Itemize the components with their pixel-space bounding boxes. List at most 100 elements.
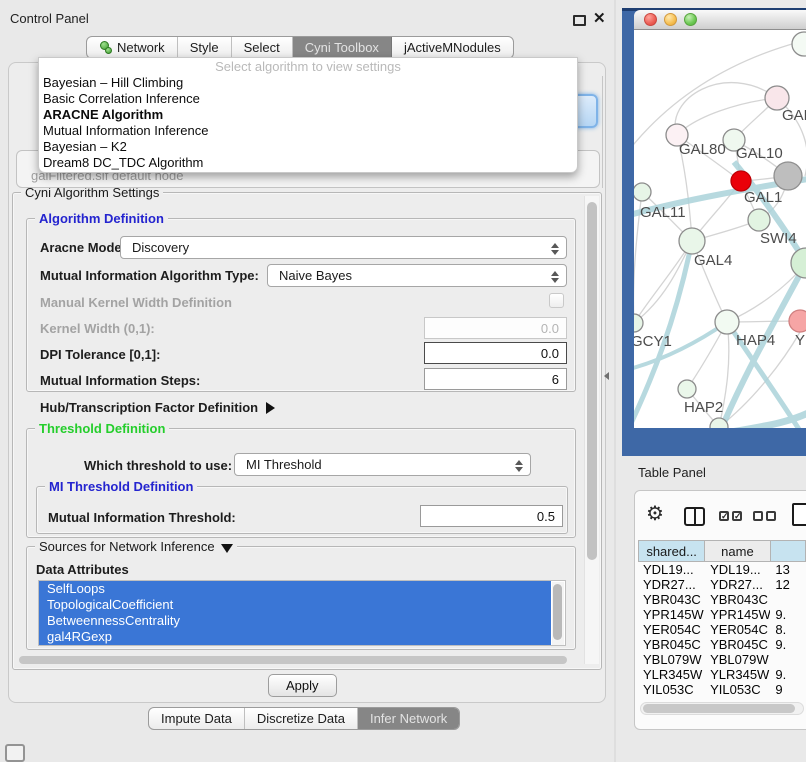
table-row[interactable]: YDL19...YDL19...13 bbox=[638, 562, 806, 577]
table-row[interactable]: YIL053CYIL053C9 bbox=[638, 682, 806, 697]
hub-section-toggle[interactable]: Hub/Transcription Factor Definition bbox=[40, 400, 275, 415]
tab-infer-network[interactable]: Infer Network bbox=[358, 708, 459, 729]
mi-type-value: Naive Bayes bbox=[279, 268, 352, 283]
table-horizontal-scrollbar[interactable] bbox=[640, 702, 804, 715]
table-function-icon[interactable] bbox=[792, 503, 806, 526]
sources-title-text: Sources for Network Inference bbox=[39, 539, 215, 554]
apply-button[interactable]: Apply bbox=[268, 674, 337, 697]
zoom-traffic-light-icon[interactable] bbox=[684, 13, 697, 26]
mi-steps-field[interactable]: 6 bbox=[424, 368, 567, 390]
network-node-gal4[interactable] bbox=[679, 228, 705, 254]
network-icon bbox=[99, 41, 112, 54]
settings-horizontal-scrollbar[interactable] bbox=[16, 655, 582, 665]
tab-style[interactable]: Style bbox=[178, 37, 232, 58]
table-cell: YBL079W bbox=[705, 652, 770, 667]
hidden-groupbox-edge bbox=[602, 76, 603, 188]
node-label-gcy1: GCY1 bbox=[634, 333, 672, 350]
mi-type-label: Mutual Information Algorithm Type: bbox=[40, 268, 259, 283]
algorithm-option-aracne-algorithm[interactable]: ARACNE Algorithm bbox=[39, 107, 577, 123]
table-row[interactable]: YDR27...YDR27...12 bbox=[638, 577, 806, 592]
mi-threshold-field[interactable]: 0.5 bbox=[420, 505, 563, 527]
table-row[interactable]: YBR045CYBR045C9. bbox=[638, 637, 806, 652]
float-window-icon[interactable] bbox=[573, 15, 586, 26]
aracne-mode-combobox[interactable]: Discovery bbox=[120, 236, 567, 259]
algorithm-option-basic-correlation-inference[interactable]: Basic Correlation Inference bbox=[39, 91, 577, 107]
tab-label: Infer Network bbox=[370, 711, 447, 726]
manual-kernel-checkbox[interactable] bbox=[549, 293, 564, 308]
table-cell: YIL053C bbox=[638, 682, 705, 697]
dpi-tolerance-field[interactable]: 0.0 bbox=[424, 342, 567, 364]
table-row[interactable]: YBL079WYBL079W bbox=[638, 652, 806, 667]
attribute-item-selfloops[interactable]: SelfLoops bbox=[39, 581, 551, 597]
table-cell: YDR27... bbox=[638, 577, 705, 592]
which-threshold-combobox[interactable]: MI Threshold bbox=[234, 453, 531, 476]
network-node-hap2[interactable] bbox=[678, 380, 696, 398]
table-row[interactable]: YBR043CYBR043C bbox=[638, 592, 806, 607]
algorithm-option-bayesian-k2[interactable]: Bayesian – K2 bbox=[39, 139, 577, 155]
network-node-gal11[interactable] bbox=[634, 183, 651, 201]
node-label-hap2: HAP2 bbox=[684, 399, 723, 416]
tab-cyni-toolbox[interactable]: Cyni Toolbox bbox=[293, 37, 392, 58]
attribute-item-topologicalcoefficient[interactable]: TopologicalCoefficient bbox=[39, 597, 551, 613]
tab-jactivemnodules[interactable]: jActiveMNodules bbox=[392, 37, 513, 58]
close-icon[interactable]: ✕ bbox=[593, 9, 606, 27]
columns-icon[interactable] bbox=[684, 507, 705, 526]
table-row[interactable]: YLR345WYLR345W9. bbox=[638, 667, 806, 682]
table-cell: YLR345W bbox=[705, 667, 770, 682]
table-cell: 9. bbox=[770, 667, 806, 682]
algorithm-option-dream8-dc-tdc-algorithm[interactable]: Dream8 DC_TDC Algorithm bbox=[39, 155, 577, 171]
tab-select[interactable]: Select bbox=[232, 37, 293, 58]
column-header-name[interactable]: name bbox=[705, 540, 770, 562]
gear-icon[interactable]: ⚙ bbox=[646, 504, 664, 524]
kernel-width-field: 0.0 bbox=[424, 317, 567, 339]
network-node-swi4[interactable] bbox=[748, 209, 770, 231]
table-row[interactable]: YPR145WYPR145W9. bbox=[638, 607, 806, 622]
node-label-hap4: HAP4 bbox=[736, 332, 775, 349]
attributes-scrollbar[interactable] bbox=[552, 582, 564, 645]
table-cell: 12 bbox=[770, 577, 806, 592]
algorithm-option-mutual-information-inference[interactable]: Mutual Information Inference bbox=[39, 123, 577, 139]
node-table: shared...name YDL19...YDL19...13YDR27...… bbox=[638, 540, 806, 697]
network-node[interactable] bbox=[791, 248, 806, 278]
network-node[interactable] bbox=[792, 32, 806, 56]
network-node-gal1[interactable] bbox=[731, 171, 751, 191]
deselect-all-checkboxes-icon[interactable] bbox=[753, 511, 776, 521]
select-all-checkboxes-icon[interactable]: ✓✓ bbox=[719, 511, 742, 521]
node-label-gal4: GAL4 bbox=[694, 252, 732, 269]
column-header-hidden[interactable] bbox=[771, 540, 806, 562]
network-canvas[interactable]: GALGAL80GAL10GAL1SWI4GAL11GAL4GCY1HAP4YH… bbox=[634, 30, 806, 428]
which-threshold-label: Which threshold to use: bbox=[84, 458, 232, 473]
settings-vertical-scrollbar[interactable] bbox=[584, 196, 599, 664]
table-cell: YER054C bbox=[705, 622, 770, 637]
splitpane-collapse-icon[interactable] bbox=[604, 372, 609, 380]
tab-label: Select bbox=[244, 40, 280, 55]
table-cell: 13 bbox=[770, 562, 806, 577]
minimize-traffic-light-icon[interactable] bbox=[664, 13, 677, 26]
table-row[interactable]: YER054CYER054C8. bbox=[638, 622, 806, 637]
network-node-y[interactable] bbox=[789, 310, 806, 332]
node-label-gal1: GAL1 bbox=[744, 189, 782, 206]
mi-threshold-title: MI Threshold Definition bbox=[45, 479, 197, 494]
attribute-item-gal4rgexp[interactable]: gal4RGexp bbox=[39, 629, 551, 645]
close-traffic-light-icon[interactable] bbox=[644, 13, 657, 26]
network-node-hap4[interactable] bbox=[715, 310, 739, 334]
data-attributes-list[interactable]: SelfLoopsTopologicalCoefficientBetweenne… bbox=[38, 580, 566, 646]
aracne-mode-label: Aracne Mode: bbox=[40, 240, 126, 255]
tab-label: Network bbox=[117, 40, 165, 55]
tab-label: Cyni Toolbox bbox=[305, 40, 379, 55]
attribute-item-betweennesscentrality[interactable]: BetweennessCentrality bbox=[39, 613, 551, 629]
collapse-arrow-icon[interactable] bbox=[221, 544, 233, 553]
network-node[interactable] bbox=[774, 162, 802, 190]
minimized-panel-icon[interactable] bbox=[5, 744, 25, 762]
column-header-shared[interactable]: shared... bbox=[638, 540, 705, 562]
tab-discretize-data[interactable]: Discretize Data bbox=[245, 708, 358, 729]
mi-type-combobox[interactable]: Naive Bayes bbox=[267, 264, 567, 287]
tab-impute-data[interactable]: Impute Data bbox=[149, 708, 245, 729]
table-cell: YER054C bbox=[638, 622, 705, 637]
algorithm-option-bayesian-hill-climbing[interactable]: Bayesian – Hill Climbing bbox=[39, 75, 577, 91]
control-panel-title: Control Panel bbox=[10, 11, 89, 26]
tab-label: Style bbox=[190, 40, 219, 55]
tab-network[interactable]: Network bbox=[87, 37, 178, 58]
table-cell: YDL19... bbox=[638, 562, 705, 577]
network-window-titlebar[interactable] bbox=[634, 10, 806, 30]
